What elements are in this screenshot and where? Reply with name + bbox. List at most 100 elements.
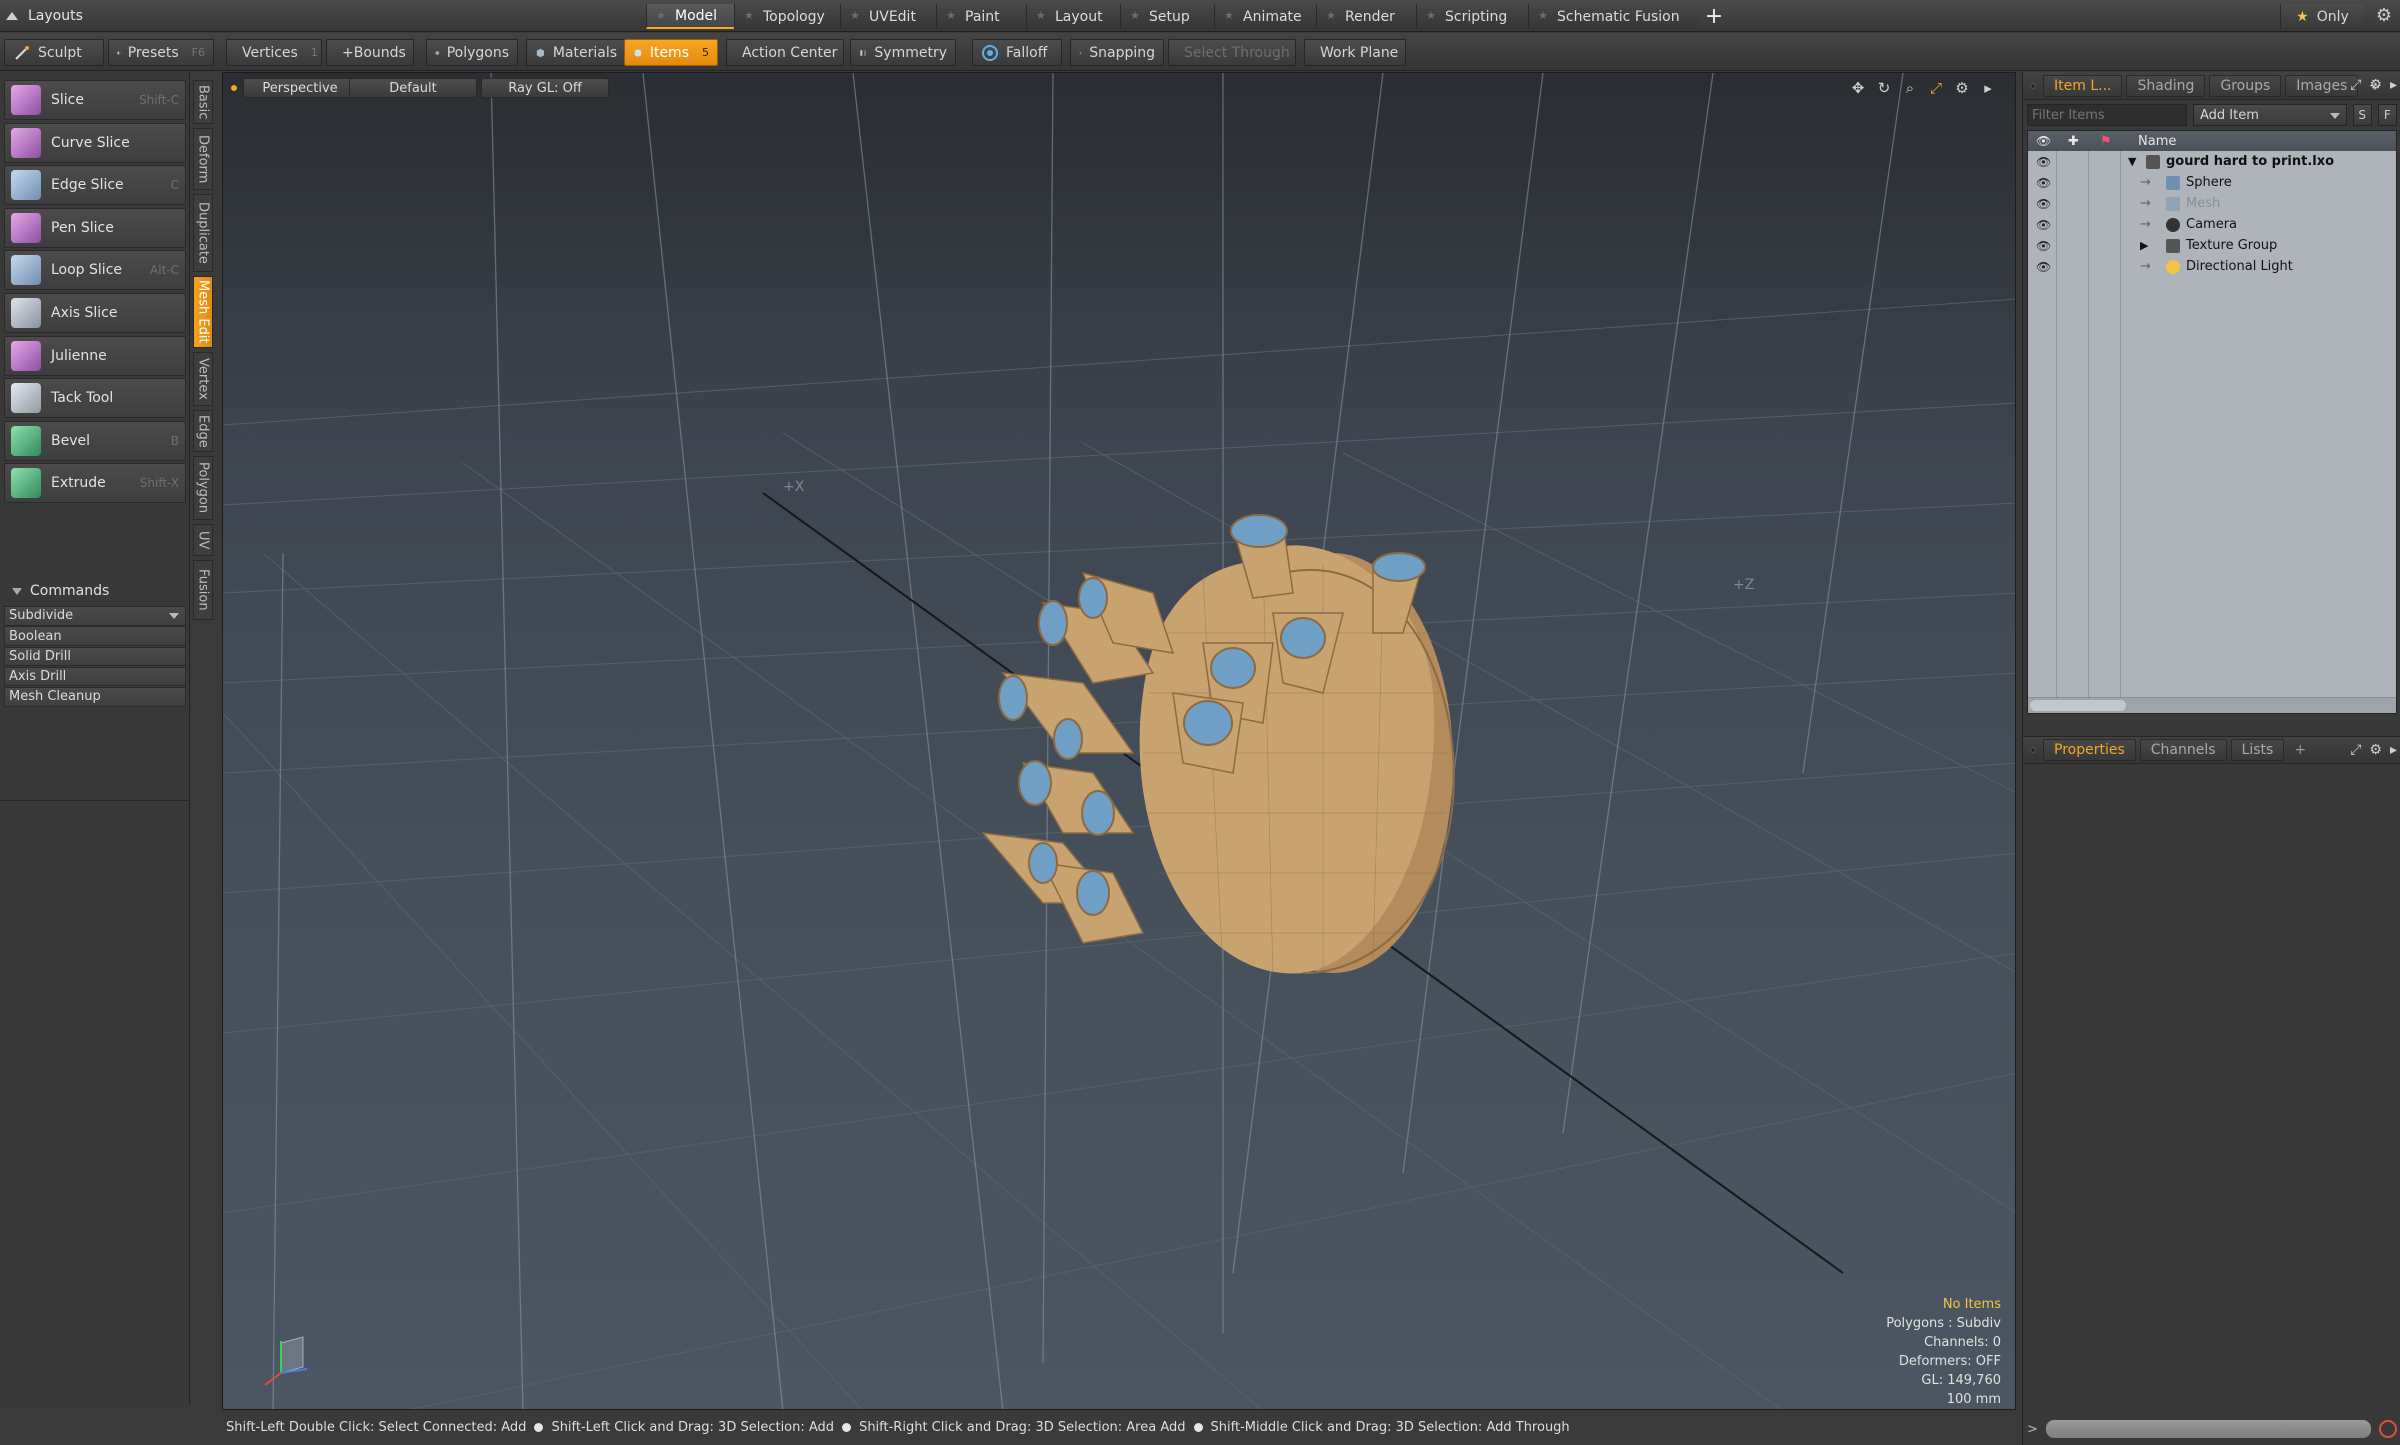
materials-mode-button[interactable]: Materials [526,39,626,66]
zoom-view-icon[interactable]: ⌕ [1901,79,1919,97]
viewport-menu-dot[interactable] [231,85,237,91]
vtab-mesh-edit[interactable]: Mesh Edit [193,276,213,348]
slice-tool[interactable]: Slice Shift-C [4,80,186,120]
tab-images[interactable]: Images [2285,74,2359,97]
tab-uvedit[interactable]: ★ UVEdit [840,4,936,29]
presets-button[interactable]: Presets F6 [108,39,214,66]
raygl-button[interactable]: Ray GL: Off [481,78,609,98]
vtab-edge[interactable]: Edge [193,410,213,452]
shading-mode-button[interactable]: Default [349,78,477,98]
eye-icon[interactable]: 👁 [2036,155,2051,169]
vertices-mode-button[interactable]: Vertices 1 [226,39,322,66]
tab-scripting[interactable]: ★ Scripting [1416,4,1528,29]
tab-layout[interactable]: ★ Layout [1026,4,1120,29]
subdivide-command[interactable]: Subdivide [4,606,186,626]
action-center-button[interactable]: Action Center [726,39,844,66]
boolean-command[interactable]: Boolean [4,626,186,646]
gear-icon[interactable]: ⚙ [2369,742,2382,758]
add-layout-button[interactable]: + [1698,4,1730,29]
eye-icon[interactable]: 👁 [2036,197,2051,211]
tab-animate[interactable]: ★ Animate [1214,4,1316,29]
vtab-fusion[interactable]: Fusion [193,560,213,620]
name-header[interactable]: Name [2138,134,2176,149]
f-toggle-button[interactable]: F [2377,104,2397,126]
record-icon[interactable] [2379,1420,2397,1438]
work-plane-button[interactable]: Work Plane [1304,39,1406,66]
tab-lists[interactable]: Lists [2230,739,2285,761]
mesh-cleanup-command[interactable]: Mesh Cleanup [4,687,186,707]
tree-item-camera[interactable]: 👁 → Camera [2028,214,2396,235]
move-view-icon[interactable]: ✥ [1849,79,1867,97]
gourd-model[interactable] [981,514,1455,979]
tab-schematic-fusion[interactable]: ★ Schematic Fusion [1528,4,1698,29]
s-toggle-button[interactable]: S [2352,104,2372,126]
filter-items-input[interactable] [2027,104,2187,126]
vtab-polygon[interactable]: Polygon [193,456,213,520]
tab-groups[interactable]: Groups [2209,74,2282,97]
symmetry-button[interactable]: Symmetry [850,39,956,66]
solid-drill-command[interactable]: Solid Drill [4,646,186,667]
tab-topology[interactable]: ★ Topology [734,4,840,29]
gear-icon[interactable]: ⚙ [1953,79,1971,97]
polygons-mode-button[interactable]: Polygons [426,39,518,66]
gear-icon[interactable]: ⚙ [2369,77,2382,93]
eye-icon[interactable]: 👁 [2036,260,2051,274]
view-mode-button[interactable]: Perspective [243,78,357,98]
loop-slice-tool[interactable]: Loop Slice Alt-C [4,250,186,291]
tree-scrollbar[interactable] [2028,697,2396,713]
tree-item-scene[interactable]: 👁 ▼ gourd hard to print.lxo [2028,151,2396,172]
tab-model[interactable]: ★ Model [646,4,734,29]
commands-header[interactable]: Commands [4,580,186,602]
panel-menu-icon[interactable] [2027,739,2039,761]
add-tab-button[interactable]: + [2288,739,2312,761]
items-mode-button[interactable]: Items 5 [624,39,718,66]
pen-slice-tool[interactable]: Pen Slice [4,207,186,248]
rotate-view-icon[interactable]: ↻ [1875,79,1893,97]
select-through-button[interactable]: Select Through [1168,39,1296,66]
vtab-uv[interactable]: UV [193,524,213,556]
expand-arrow-icon[interactable]: ▸ [2390,742,2397,758]
falloff-button[interactable]: Falloff [972,39,1062,66]
tab-channels[interactable]: Channels [2139,739,2227,761]
triangle-down-icon[interactable]: ▼ [2128,155,2136,168]
maximize-panel-icon[interactable]: ⤢ [2350,77,2361,93]
tab-item-list[interactable]: Item L... [2043,74,2123,97]
snapping-button[interactable]: Snapping [1070,39,1164,66]
bounds-button[interactable]: +Bounds [326,39,414,66]
tree-item-texture-group[interactable]: 👁 ▶ Texture Group [2028,235,2396,256]
vtab-duplicate[interactable]: Duplicate [193,194,213,272]
command-input[interactable] [2045,1420,2371,1438]
edge-slice-tool[interactable]: Edge Slice C [4,165,186,206]
maximize-panel-icon[interactable]: ⤢ [2350,742,2361,758]
extrude-tool[interactable]: Extrude Shift-X [4,463,186,504]
scroll-thumb[interactable] [2030,700,2126,711]
add-item-dropdown[interactable]: Add Item [2193,104,2347,126]
3d-viewport[interactable]: +X +Z Perspective Default Ray GL: Off ✥ … [222,72,2016,1410]
eye-icon[interactable]: 👁 [2036,218,2051,232]
tab-setup[interactable]: ★ Setup [1120,4,1214,29]
only-button[interactable]: ★ Only [2280,4,2364,29]
tree-item-directional-light[interactable]: 👁 → Directional Light [2028,256,2396,277]
vtab-basic[interactable]: Basic [193,80,213,124]
axis-slice-tool[interactable]: Axis Slice [4,292,186,333]
expand-arrow-icon[interactable]: ▸ [2390,77,2397,93]
vtab-deform[interactable]: Deform [193,128,213,190]
curve-slice-tool[interactable]: Curve Slice [4,122,186,163]
tree-item-sphere[interactable]: 👁 → Sphere [2028,172,2396,193]
triangle-right-icon[interactable]: ▶ [2140,239,2148,252]
panel-menu-icon[interactable] [2027,75,2039,97]
maximize-view-icon[interactable]: ⤢ [1927,79,1945,97]
tree-item-mesh[interactable]: 👁 → Mesh [2028,193,2396,214]
julienne-tool[interactable]: Julienne [4,335,186,376]
tack-tool[interactable]: Tack Tool [4,378,186,419]
tab-render[interactable]: ★ Render [1316,4,1416,29]
tab-properties[interactable]: Properties [2043,739,2136,761]
eye-icon[interactable]: 👁 [2036,239,2051,253]
axis-drill-command[interactable]: Axis Drill [4,666,186,687]
sculpt-button[interactable]: Sculpt [4,39,104,66]
bevel-tool[interactable]: Bevel B [4,420,186,461]
eye-icon[interactable]: 👁 [2036,176,2051,190]
vtab-vertex[interactable]: Vertex [193,352,213,406]
expand-arrow-icon[interactable]: ▸ [1979,79,1997,97]
gear-icon[interactable]: ⚙ [2374,6,2394,26]
